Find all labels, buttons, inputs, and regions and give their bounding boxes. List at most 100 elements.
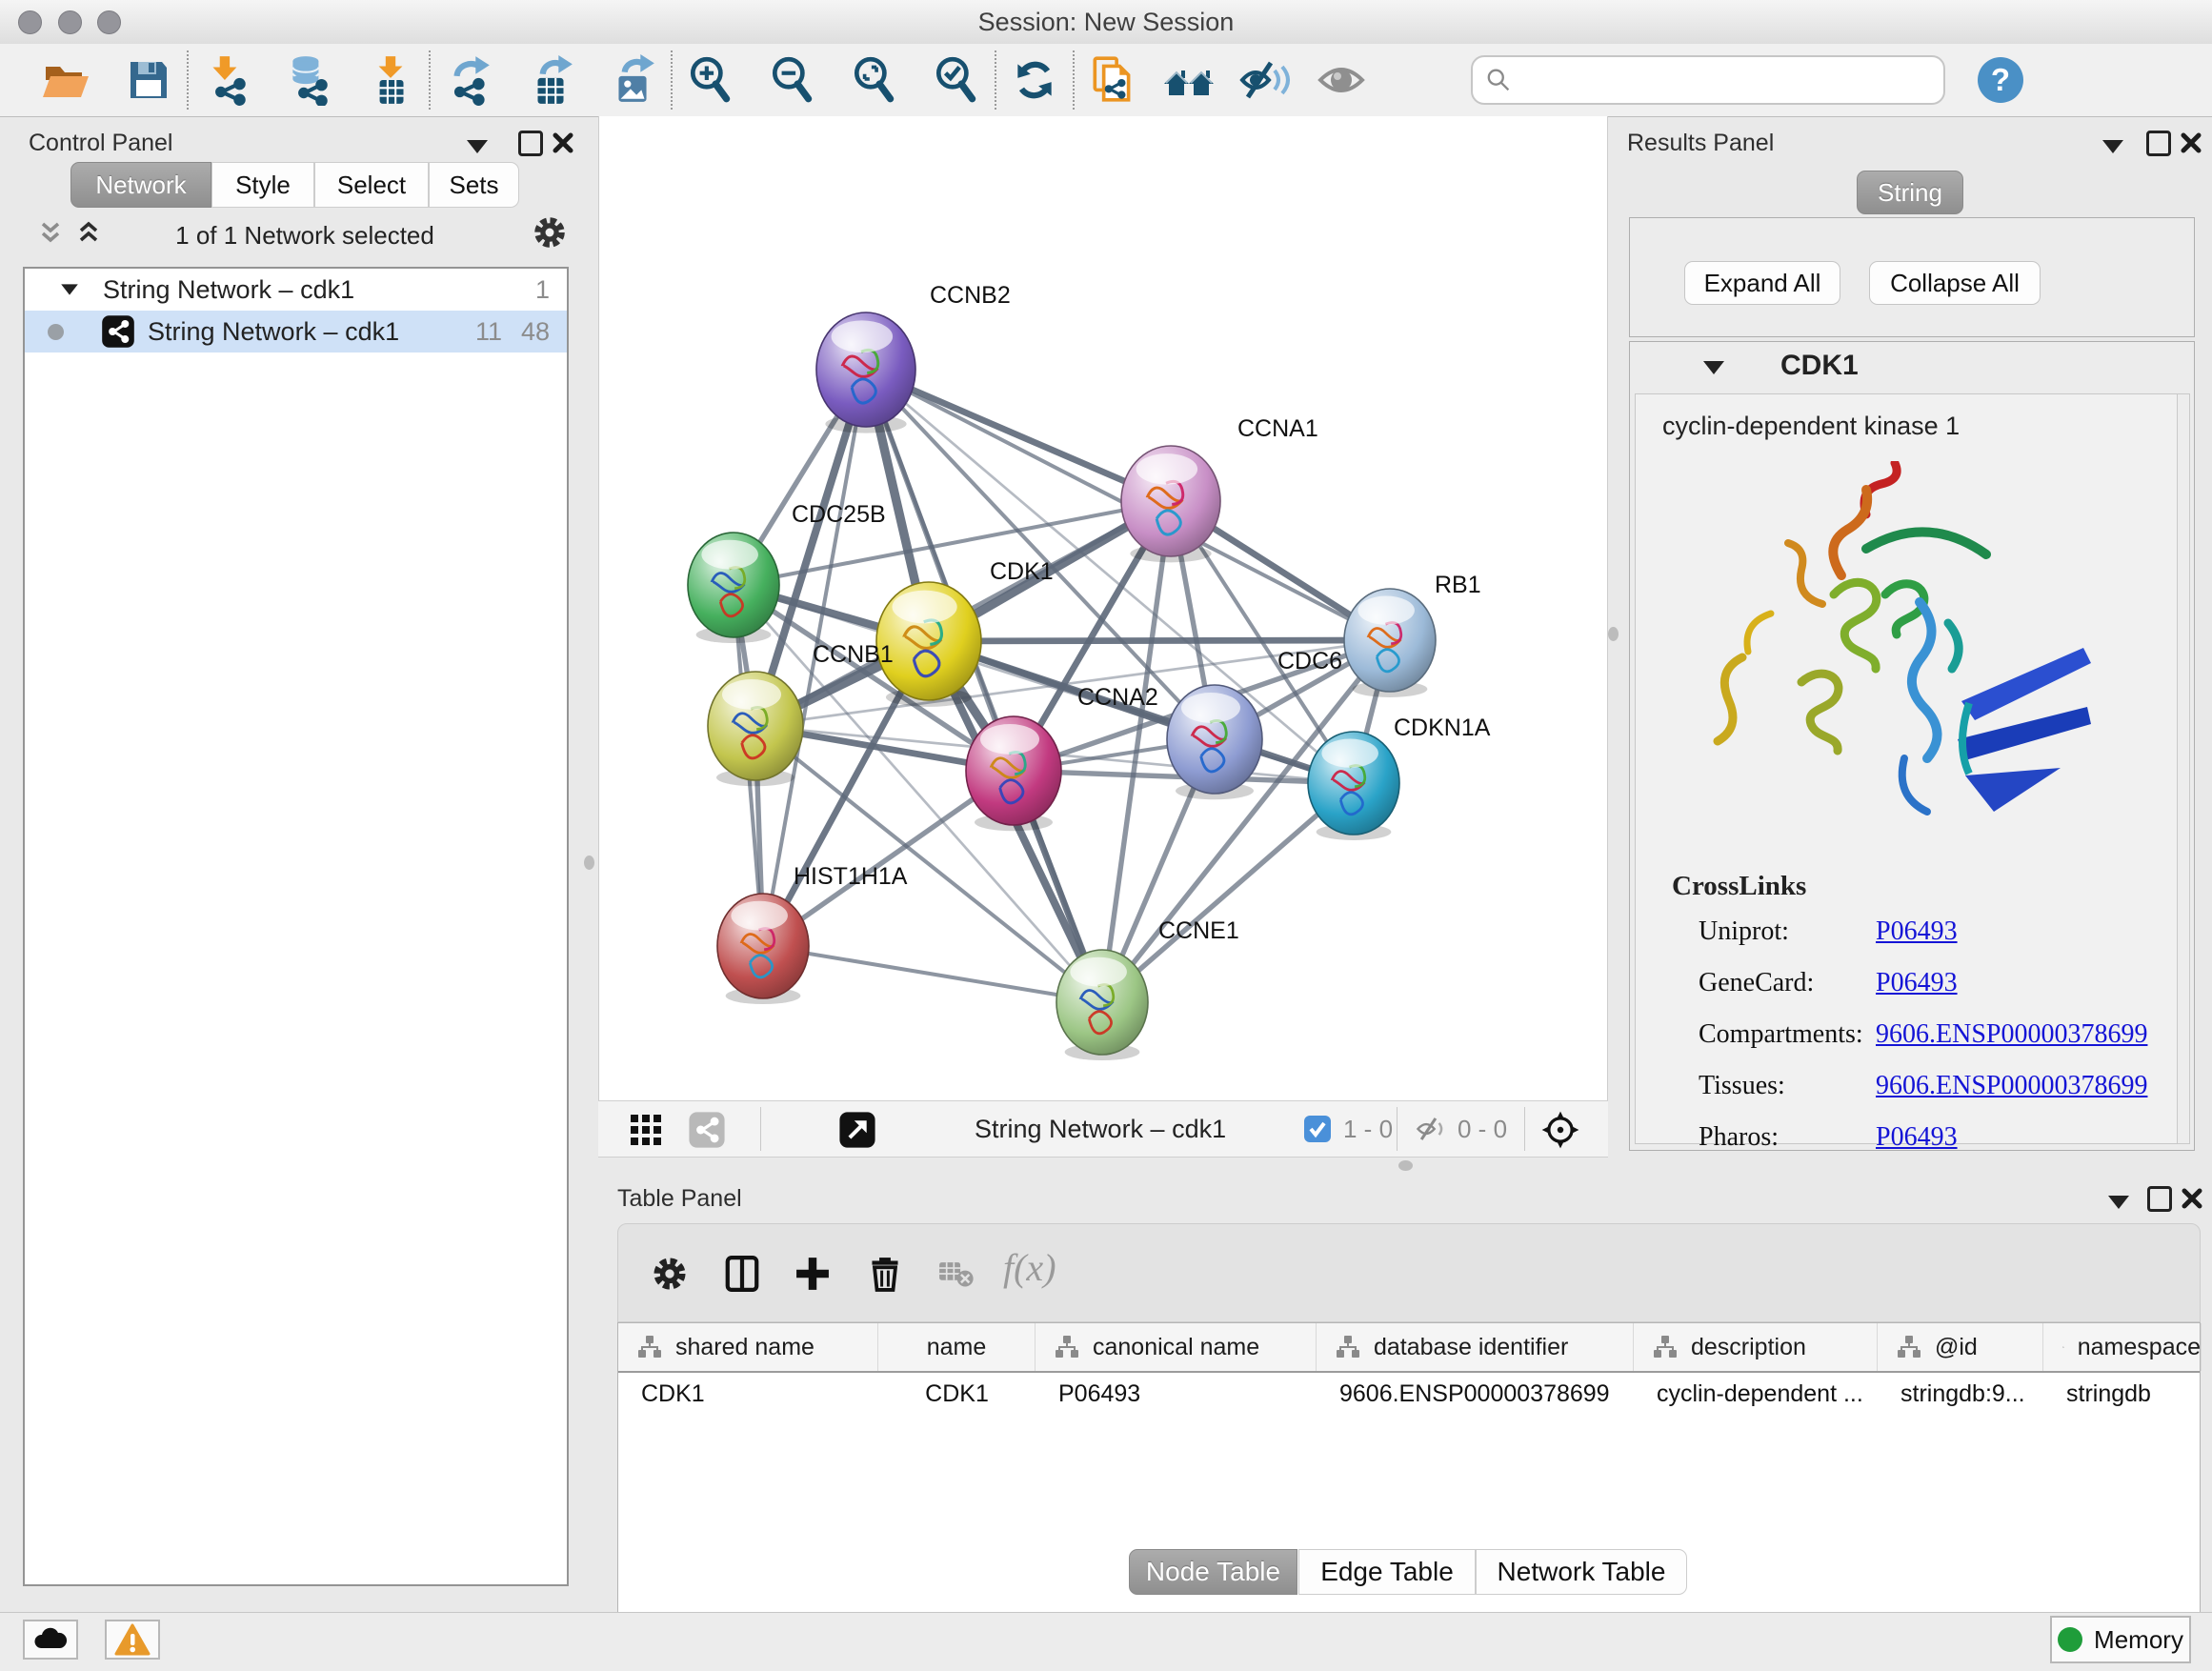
- zoom-out-button[interactable]: [766, 51, 819, 109]
- column-header-canonical-name[interactable]: canonical name: [1036, 1323, 1317, 1371]
- tab-network-table[interactable]: Network Table: [1476, 1549, 1687, 1595]
- vertical-splitter-grip[interactable]: [584, 856, 594, 870]
- results-panel-close-button[interactable]: [2179, 131, 2203, 155]
- delete-table-icon: [935, 1253, 976, 1295]
- protein-collapse-button[interactable]: [1700, 357, 1727, 378]
- node-CCNB1[interactable]: CCNB1: [708, 641, 894, 786]
- expand-all-tree-button[interactable]: [72, 217, 105, 250]
- table-panel-menu-button[interactable]: [2106, 1193, 2131, 1212]
- table-options-button[interactable]: [645, 1249, 694, 1299]
- copy-style-button[interactable]: [1086, 51, 1139, 109]
- results-scrollbar[interactable]: [2177, 393, 2190, 1144]
- export-image-button[interactable]: [606, 51, 659, 109]
- node-CDKN1A[interactable]: CDKN1A: [1308, 715, 1491, 840]
- network-collection-row[interactable]: String Network – cdk1 1: [25, 269, 567, 311]
- checkbox-icon[interactable]: [1303, 1115, 1332, 1143]
- node-CDK1[interactable]: CDK1: [876, 558, 1054, 707]
- edge-CDK1-RB1[interactable]: [929, 640, 1390, 641]
- network-row-selected[interactable]: String Network – cdk1 11 48: [25, 311, 567, 352]
- horizontal-splitter-grip[interactable]: [1398, 1160, 1413, 1171]
- fit-selected-button[interactable]: [1539, 1109, 1581, 1151]
- help-button[interactable]: ?: [1978, 57, 2023, 103]
- crosslink-link[interactable]: P06493: [1876, 1122, 1958, 1153]
- table-cell[interactable]: cyclin-dependent ...: [1634, 1373, 1878, 1415]
- column-header-database-identifier[interactable]: database identifier: [1317, 1323, 1634, 1371]
- zoom-in-button[interactable]: [684, 51, 737, 109]
- toolbar-separator: [187, 50, 189, 110]
- crosslink-label: GeneCard:: [1699, 968, 1814, 998]
- table-cell[interactable]: P06493: [1036, 1373, 1317, 1415]
- crosslink-link[interactable]: P06493: [1876, 968, 1958, 998]
- results-panel-float-button[interactable]: [2146, 131, 2171, 155]
- column-header--id[interactable]: @id: [1878, 1323, 2043, 1371]
- create-column-button[interactable]: [788, 1249, 837, 1299]
- edge-CDKN1A-CCNE1[interactable]: [1102, 783, 1354, 1002]
- tab-node-table[interactable]: Node Table: [1129, 1549, 1297, 1595]
- tab-select[interactable]: Select: [314, 162, 429, 208]
- search-input[interactable]: [1511, 65, 1930, 96]
- refresh-button[interactable]: [1008, 51, 1061, 109]
- tab-string[interactable]: String: [1857, 171, 1963, 214]
- memory-button[interactable]: Memory: [2050, 1616, 2191, 1663]
- tab-edge-table[interactable]: Edge Table: [1298, 1549, 1476, 1595]
- delete-column-button[interactable]: [860, 1249, 910, 1299]
- network-canvas[interactable]: CCNB2CCNA1CDC25BCDK1CDC6RB1CCNB1CCNA2CDK…: [598, 116, 1608, 1100]
- results-panel-menu-button[interactable]: [2101, 137, 2125, 156]
- column-header-name[interactable]: name: [878, 1323, 1036, 1371]
- column-header-shared-name[interactable]: shared name: [618, 1323, 878, 1371]
- collapse-all-tree-button[interactable]: [34, 217, 67, 250]
- edge-HIST1H1A-CCNE1[interactable]: [763, 946, 1102, 1002]
- home-button[interactable]: [1162, 51, 1216, 109]
- open-session-button[interactable]: [38, 51, 91, 109]
- application-window: Session: New Session: [0, 0, 2212, 1671]
- import-network-database-button[interactable]: [282, 51, 335, 109]
- cloud-icon: [31, 1625, 70, 1654]
- node-CCNE1[interactable]: CCNE1: [1056, 917, 1239, 1060]
- collapse-all-button[interactable]: Collapse All: [1869, 261, 2041, 305]
- table-cell[interactable]: 9606.ENSP00000378699: [1317, 1373, 1634, 1415]
- status-bar: Memory: [0, 1612, 2212, 1671]
- node-CCNA1[interactable]: CCNA1: [1121, 415, 1318, 562]
- save-session-button[interactable]: [122, 51, 175, 109]
- table-cell[interactable]: CDK1: [618, 1373, 878, 1415]
- show-all-button[interactable]: [1315, 51, 1368, 109]
- export-network-button[interactable]: [442, 51, 495, 109]
- table-cell[interactable]: stringdb:9...: [1878, 1373, 2043, 1415]
- control-panel-menu-button[interactable]: [465, 137, 490, 156]
- tab-network[interactable]: Network: [70, 162, 211, 208]
- network-view-share-button[interactable]: [686, 1109, 728, 1151]
- zoom-fit-button[interactable]: [848, 51, 901, 109]
- table-cell[interactable]: stringdb: [2043, 1373, 2202, 1415]
- cloud-status-button[interactable]: [23, 1620, 78, 1660]
- birds-eye-view-button[interactable]: [627, 1111, 665, 1149]
- column-header-namespace[interactable]: namespace: [2043, 1323, 2202, 1371]
- import-network-file-button[interactable]: [200, 51, 253, 109]
- vertical-splitter-grip[interactable]: [1608, 627, 1619, 641]
- delete-table-button[interactable]: [931, 1249, 980, 1299]
- show-columns-button[interactable]: [717, 1249, 767, 1299]
- control-panel-close-button[interactable]: [551, 131, 575, 155]
- function-builder-button[interactable]: f(x): [1003, 1245, 1056, 1290]
- crosslink-link[interactable]: 9606.ENSP00000378699: [1876, 1019, 2147, 1050]
- tab-sets[interactable]: Sets: [429, 162, 519, 208]
- import-table-file-button[interactable]: [364, 51, 417, 109]
- crosslink-link[interactable]: P06493: [1876, 916, 1958, 947]
- network-label: String Network – cdk1: [148, 317, 399, 347]
- hide-selected-button[interactable]: [1238, 51, 1292, 109]
- grid-icon: [630, 1114, 662, 1146]
- crosslink-link[interactable]: 9606.ENSP00000378699: [1876, 1071, 2147, 1101]
- zoom-selected-button[interactable]: [930, 51, 983, 109]
- column-header-description[interactable]: description: [1634, 1323, 1878, 1371]
- node-HIST1H1A[interactable]: HIST1H1A: [717, 863, 908, 1004]
- warning-status-button[interactable]: [105, 1620, 160, 1660]
- node-RB1[interactable]: RB1: [1344, 572, 1481, 697]
- export-table-button[interactable]: [524, 51, 577, 109]
- expand-all-button[interactable]: Expand All: [1684, 261, 1840, 305]
- tab-style[interactable]: Style: [211, 162, 314, 208]
- control-panel-float-button[interactable]: [518, 131, 543, 155]
- table-panel-float-button[interactable]: [2147, 1186, 2172, 1211]
- network-options-button[interactable]: [529, 211, 571, 253]
- table-cell[interactable]: CDK1: [878, 1373, 1036, 1415]
- table-panel-close-button[interactable]: [2180, 1186, 2204, 1211]
- open-in-new-window-button[interactable]: [836, 1109, 878, 1151]
